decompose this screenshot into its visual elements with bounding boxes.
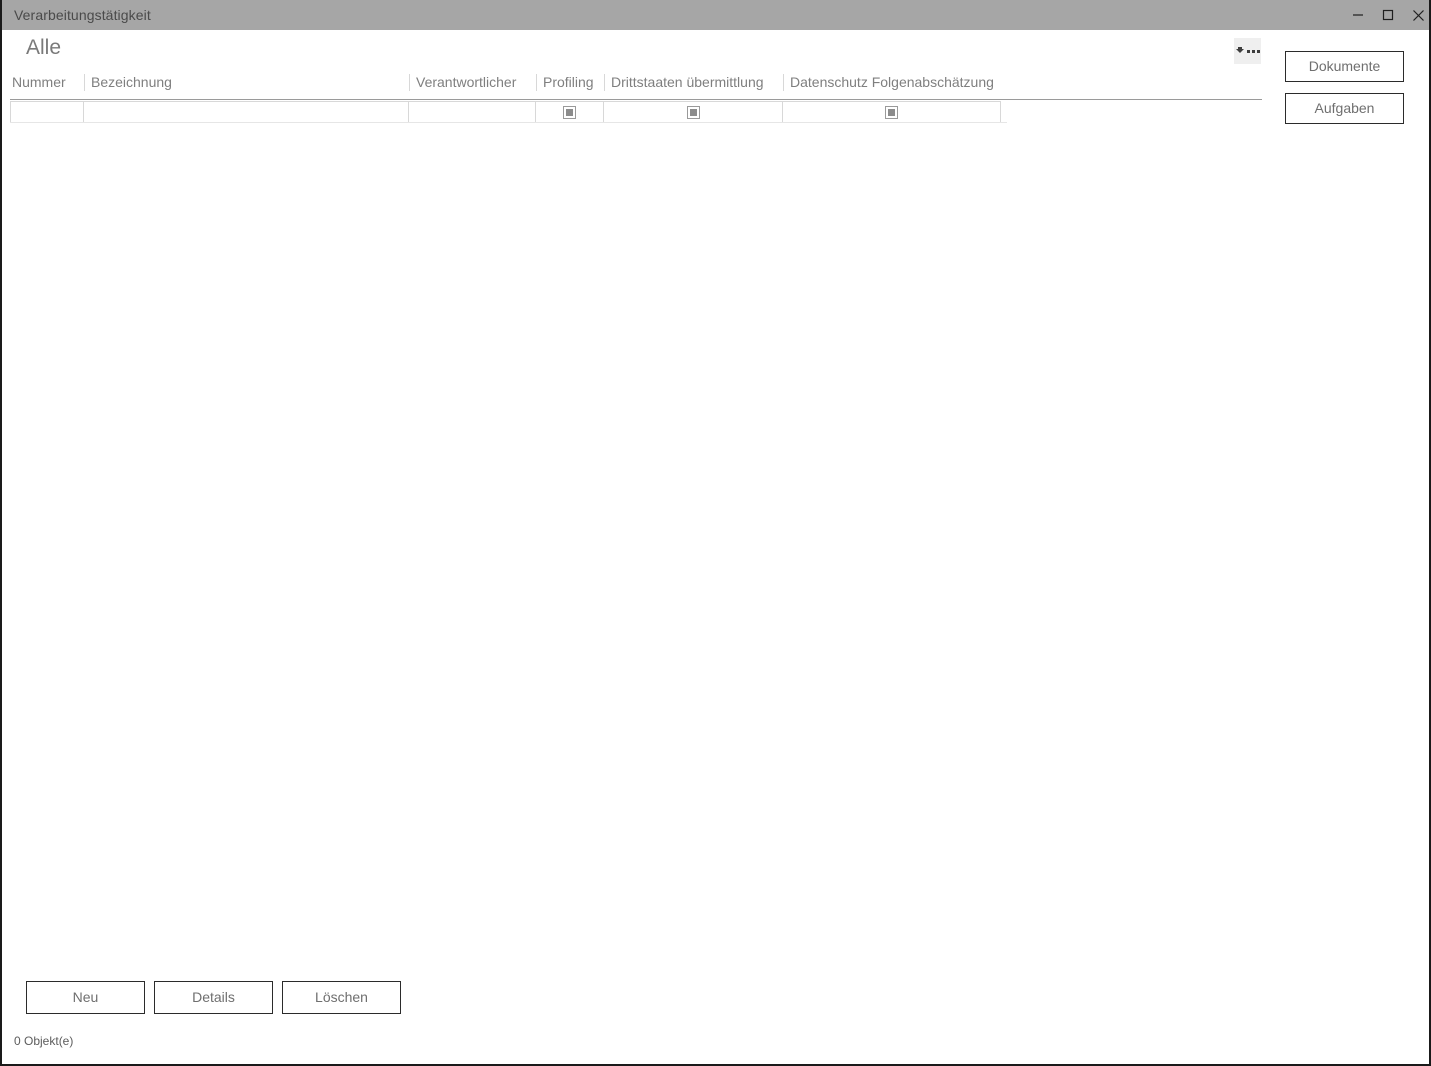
footer-action-bar: Neu Details Löschen [26, 981, 401, 1014]
details-button[interactable]: Details [154, 981, 273, 1014]
side-action-panel: Dokumente Aufgaben [1285, 51, 1404, 124]
tasks-button[interactable]: Aufgaben [1285, 93, 1404, 124]
grid-filter-cell[interactable] [10, 101, 84, 123]
ellipsis-icon [1246, 49, 1260, 53]
grid-column-header[interactable]: Verantwortlicher [409, 74, 536, 91]
grid-options-button[interactable] [1234, 38, 1261, 64]
grid-filter-row [10, 101, 1262, 123]
grid-filter-cell[interactable] [604, 101, 783, 123]
grid-header-row: Nummer Bezeichnung Verantwortlicher Profili… [10, 74, 1262, 100]
new-button[interactable]: Neu [26, 981, 145, 1014]
grid-bottom-rule [10, 122, 1007, 123]
window-title: Verarbeitungstätigkeit [14, 7, 151, 23]
status-bar: 0 Objekt(e) [14, 1034, 74, 1048]
grid-column-header[interactable]: Drittstaaten übermittlung [604, 74, 783, 91]
close-icon[interactable] [1403, 0, 1429, 30]
delete-button[interactable]: Löschen [282, 981, 401, 1014]
grid-column-header[interactable]: Profiling [536, 74, 604, 91]
filter-checkbox-indeterminate[interactable] [686, 105, 700, 119]
documents-button[interactable]: Dokumente [1285, 51, 1404, 82]
data-grid: Nummer Bezeichnung Verantwortlicher Profili… [10, 74, 1262, 123]
chevron-down-icon [1235, 47, 1244, 53]
page-title: Alle [26, 36, 62, 59]
grid-column-header[interactable]: Nummer [10, 74, 84, 91]
filter-checkbox-indeterminate[interactable] [885, 105, 898, 119]
filter-checkbox-indeterminate[interactable] [563, 105, 576, 119]
minimize-icon[interactable] [1343, 0, 1373, 30]
grid-filter-cell[interactable] [409, 101, 536, 123]
grid-column-header[interactable]: Datenschutz Folgenabschätzung [783, 74, 1001, 91]
grid-filter-cell[interactable] [84, 101, 409, 123]
maximize-icon[interactable] [1373, 0, 1403, 30]
grid-filter-cell[interactable] [783, 101, 1001, 123]
application-window: Verarbeitungstätigkeit Alle Nummer Bezeic… [0, 0, 1431, 1066]
grid-column-header[interactable]: Bezeichnung [84, 74, 409, 91]
window-controls [1343, 0, 1429, 30]
title-bar: Verarbeitungstätigkeit [2, 0, 1429, 30]
grid-filter-cell[interactable] [536, 101, 604, 123]
